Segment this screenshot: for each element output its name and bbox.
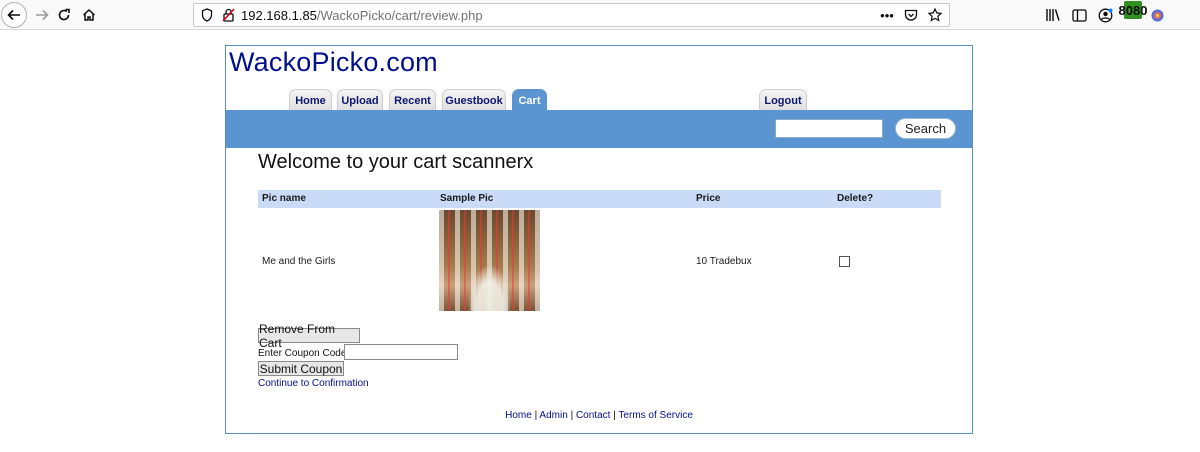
browser-toolbar: 192.168.1.85/WackoPicko/cart/review.php … <box>0 0 1200 30</box>
url-host: 192.168.1.85 <box>241 8 317 23</box>
search-bar: Search <box>226 110 972 148</box>
coupon-label: Enter Coupon Code: <box>258 348 350 359</box>
extension-icon[interactable] <box>1148 6 1166 24</box>
pocket-icon[interactable] <box>903 7 919 23</box>
footer-separator: | <box>534 410 538 421</box>
footer-links: Home | Admin | Contact | Terms of Servic… <box>226 410 972 421</box>
site-container: WackoPicko.com Home Upload Recent Guestb… <box>225 45 973 434</box>
column-header-price: Price <box>696 193 721 204</box>
star-icon[interactable] <box>927 7 943 23</box>
page-title: Welcome to your cart scannerx <box>258 151 534 173</box>
remove-from-cart-button[interactable]: Remove From Cart <box>258 322 360 350</box>
column-header-delete: Delete? <box>837 193 874 204</box>
footer-link-terms[interactable]: Terms of Service <box>618 410 692 421</box>
tab-upload[interactable]: Upload <box>337 89 383 111</box>
search-input[interactable] <box>775 119 883 138</box>
search-button[interactable]: Search <box>895 118 956 139</box>
forward-arrow-icon[interactable] <box>30 3 54 27</box>
cart-table-header: Pic name Sample Pic Price Delete? <box>258 190 941 208</box>
column-header-pic-name: Pic name <box>262 193 306 204</box>
continue-to-confirmation-link[interactable]: Continue to Confirmation <box>258 378 369 389</box>
back-arrow-icon[interactable] <box>1 2 27 28</box>
tab-recent[interactable]: Recent <box>389 89 436 111</box>
tab-label: Recent <box>394 94 431 107</box>
shield-icon[interactable] <box>201 8 213 25</box>
tab-cart[interactable]: Cart <box>512 89 547 111</box>
more-dots-icon[interactable]: ••• <box>879 7 895 23</box>
coupon-code-input[interactable] <box>344 344 458 360</box>
sidebar-icon[interactable] <box>1070 6 1088 24</box>
proxy-badge: 8080 <box>1118 1 1148 19</box>
delete-checkbox[interactable] <box>839 256 850 267</box>
url-text[interactable]: 192.168.1.85/WackoPicko/cart/review.php <box>241 8 483 23</box>
tab-label: Cart <box>518 94 541 107</box>
column-header-sample-pic: Sample Pic <box>440 193 494 204</box>
tab-label: Logout <box>764 94 802 107</box>
tab-guestbook[interactable]: Guestbook <box>442 89 506 111</box>
tab-label: Guestbook <box>445 94 503 107</box>
price-cell: 10 Tradebux <box>696 256 752 267</box>
foxyproxy-icon[interactable]: 8080 <box>1119 1 1147 24</box>
submit-coupon-button[interactable]: Submit Coupon <box>258 361 344 376</box>
insecure-lock-icon[interactable] <box>222 8 235 25</box>
account-icon[interactable] <box>1096 6 1114 24</box>
tab-label: Upload <box>341 94 379 107</box>
footer-link-admin[interactable]: Admin <box>539 410 567 421</box>
home-icon[interactable] <box>77 3 101 27</box>
footer-separator: | <box>570 410 574 421</box>
tab-home[interactable]: Home <box>289 89 332 111</box>
pic-name-cell: Me and the Girls <box>262 256 336 267</box>
footer-link-contact[interactable]: Contact <box>576 410 610 421</box>
footer-link-home[interactable]: Home <box>505 410 532 421</box>
url-path: /WackoPicko/cart/review.php <box>316 8 483 23</box>
tab-logout[interactable]: Logout <box>759 89 807 111</box>
reload-icon[interactable] <box>52 3 76 27</box>
footer-separator: | <box>613 410 616 421</box>
library-icon[interactable] <box>1044 6 1062 24</box>
tab-label: Home <box>295 94 326 107</box>
address-bar[interactable]: 192.168.1.85/WackoPicko/cart/review.php … <box>193 3 950 27</box>
site-logo[interactable]: WackoPicko.com <box>229 47 438 78</box>
sample-pic-image <box>439 210 540 311</box>
